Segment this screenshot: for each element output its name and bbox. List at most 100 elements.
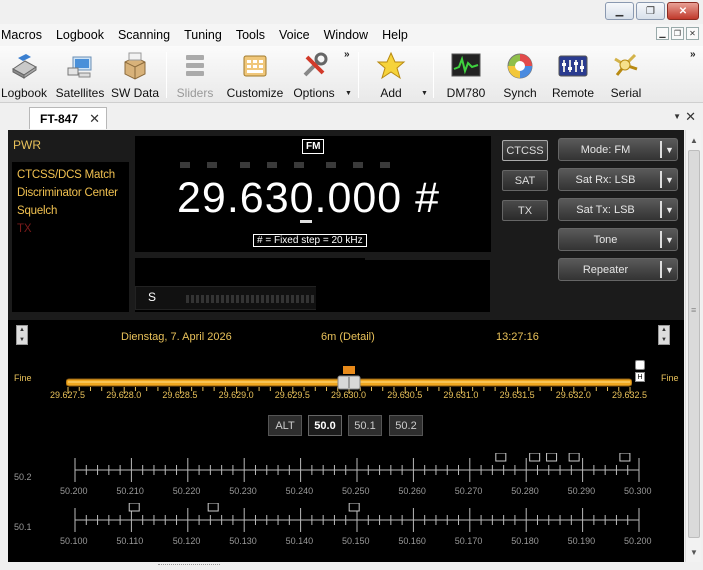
s-meter-segment: [281, 295, 284, 303]
station-marker[interactable]: [207, 502, 219, 512]
scale-label: 50.180: [511, 536, 539, 546]
band-50-2-button[interactable]: 50.2: [389, 415, 423, 436]
scale-label: 50.300: [624, 486, 652, 496]
scroll-thumb[interactable]: [688, 150, 700, 538]
mode-badge: FM: [302, 139, 325, 154]
toolbar-satellites-button[interactable]: Satellites: [52, 50, 108, 100]
repeater-dropdown[interactable]: Repeater ▼: [558, 258, 678, 281]
toolbar-serial-button[interactable]: Serial: [598, 50, 654, 100]
close-button[interactable]: ✕: [667, 2, 699, 20]
tab-list-icon[interactable]: ▼: [673, 112, 681, 121]
hold-button[interactable]: H: [635, 372, 645, 382]
station-marker[interactable]: [568, 452, 580, 462]
toolbar-dropdown-icon[interactable]: ▼: [345, 90, 352, 97]
station-marker[interactable]: [529, 452, 541, 462]
alt-button[interactable]: ALT: [268, 415, 302, 436]
sw-data-icon: [119, 50, 151, 82]
menu-help[interactable]: Help: [375, 28, 415, 42]
mode-dropdown[interactable]: Mode: FM ▼: [558, 138, 678, 161]
menu-window[interactable]: Window: [317, 28, 375, 42]
slider-tick-label: 29.630.0: [331, 390, 367, 400]
menu-voice[interactable]: Voice: [272, 28, 317, 42]
scale-label: 50.140: [285, 536, 314, 546]
scale-label: 50.160: [398, 536, 426, 546]
mdi-close-button[interactable]: ✕: [686, 27, 699, 40]
close-document-icon[interactable]: ✕: [685, 109, 696, 125]
window-controls: ▁ ❐ ✕: [605, 2, 699, 20]
menu-scanning[interactable]: Scanning: [111, 28, 177, 42]
tab-close-icon[interactable]: ✕: [89, 111, 100, 127]
band-50-1-button[interactable]: 50.1: [348, 415, 382, 436]
toolbar-sw-data-button[interactable]: SW Data: [107, 50, 163, 100]
sat-tx-dropdown[interactable]: Sat Tx: LSB ▼: [558, 198, 678, 221]
minimize-button[interactable]: ▁: [605, 2, 634, 20]
band-scale-50-1[interactable]: 50.100 50.110 50.120 50.130 50.140 50.150 50.1…: [60, 502, 652, 549]
vertical-scrollbar[interactable]: ▲ ≡ ▼: [685, 130, 701, 562]
station-marker[interactable]: [128, 502, 140, 512]
toolbar-remote-button[interactable]: Remote: [545, 50, 601, 100]
pwr-label: PWR: [13, 138, 41, 152]
toolbar-add-button[interactable]: Add: [363, 50, 419, 100]
toolbar-sliders-button[interactable]: Sliders: [167, 50, 223, 100]
slider-tick-label: 29.630.5: [387, 390, 423, 400]
scale-label: 50.280: [511, 486, 539, 496]
s-meter-segment: [196, 295, 199, 303]
menu-tools[interactable]: Tools: [229, 28, 272, 42]
toolbar-dm780-button[interactable]: DM780: [438, 50, 494, 100]
s-meter-segment: [256, 295, 259, 303]
resize-grip[interactable]: [158, 564, 220, 567]
serial-icon: [610, 50, 642, 82]
tx-button[interactable]: TX: [502, 200, 548, 221]
mdi-minimize-button[interactable]: ▁: [656, 27, 669, 40]
mdi-restore-button[interactable]: ❐: [671, 27, 684, 40]
scale-label: 50.100: [60, 536, 88, 546]
s-meter-segment: [286, 295, 289, 303]
band-50-0-button[interactable]: 50.0: [308, 415, 342, 436]
frequency-readout: 29.630.000 #: [177, 174, 441, 222]
status-discriminator-center: Discriminator Center: [17, 187, 118, 199]
tone-dropdown[interactable]: Tone ▼: [558, 228, 678, 251]
station-marker[interactable]: [546, 452, 558, 462]
upper-right-spin-button[interactable]: ▲ ▼: [658, 325, 670, 345]
toolbar-synch-button[interactable]: Synch: [492, 50, 548, 100]
tab-ft-847[interactable]: FT-847 ✕: [29, 107, 107, 129]
chevron-down-icon: ▼: [665, 174, 674, 185]
toolbar-logbook-button[interactable]: Logbook: [0, 50, 52, 100]
sat-rx-dropdown[interactable]: Sat Rx: LSB ▼: [558, 168, 678, 191]
toolbar-options-button[interactable]: Options: [286, 50, 342, 100]
radio-top-area: PWR CTCSS/DCS Match Discriminator Center…: [8, 130, 684, 320]
toolbar-overflow-icon[interactable]: »: [690, 49, 696, 60]
toolbar-dropdown-icon[interactable]: ▼: [421, 90, 428, 97]
scale-label: 50.290: [567, 486, 596, 496]
s-meter-segment: [231, 295, 234, 303]
s-meter-segment: [266, 295, 269, 303]
s-meter-segment: [291, 295, 294, 303]
menu-macros[interactable]: Macros: [0, 28, 49, 42]
upper-spin-button[interactable]: ▲ ▼: [16, 325, 28, 345]
scroll-down-icon[interactable]: ▼: [686, 544, 702, 560]
toolbar-customize-button[interactable]: Customize: [227, 50, 283, 100]
menu-tuning[interactable]: Tuning: [177, 28, 229, 42]
maximize-button[interactable]: ❐: [636, 2, 665, 20]
toolbar-overflow-icon[interactable]: »: [344, 49, 350, 60]
ctcss-button[interactable]: CTCSS: [502, 140, 548, 161]
sat-button[interactable]: SAT: [502, 170, 548, 191]
station-marker[interactable]: [495, 452, 507, 462]
toolbar-separator: [433, 52, 434, 98]
scroll-up-icon[interactable]: ▲: [686, 132, 702, 148]
frequency-display[interactable]: FM 29.630.000 # # = Fixed step = 20 kHz: [135, 136, 491, 252]
slider-end-button[interactable]: [635, 360, 645, 370]
station-marker[interactable]: [348, 502, 360, 512]
station-marker[interactable]: [619, 452, 631, 462]
band-scale-50-2[interactable]: 50.200 50.210 50.220 50.230 50.240 50.250 50.2…: [60, 452, 652, 499]
chevron-down-icon: ▼: [665, 234, 674, 245]
s-meter-segment: [201, 295, 204, 303]
sat-rx-dropdown-label: Sat Rx: LSB: [575, 173, 636, 186]
menu-logbook[interactable]: Logbook: [49, 28, 111, 42]
dm780-icon: [450, 50, 482, 82]
star-icon: [375, 50, 407, 82]
scale-label: 50.200: [624, 536, 652, 546]
toolbar-label: Synch: [503, 86, 537, 100]
status-ctcss-dcs-match: CTCSS/DCS Match: [17, 169, 115, 181]
scroll-grip-icon: ≡: [691, 305, 697, 315]
